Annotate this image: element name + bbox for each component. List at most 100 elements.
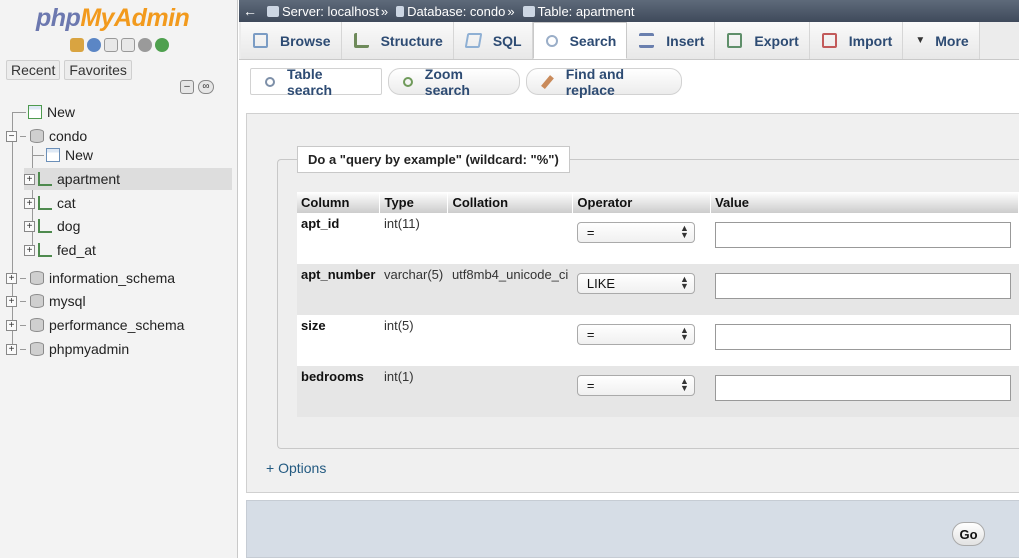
tree-item-fed-at[interactable]: + fed_at [24, 239, 232, 261]
tab-more[interactable]: ▼ More [903, 22, 980, 59]
database-icon [30, 129, 44, 143]
column-collation [447, 315, 573, 366]
gear-icon[interactable] [138, 38, 152, 52]
expand-icon[interactable]: + [24, 173, 35, 185]
expand-icon[interactable]: + [24, 244, 35, 256]
help-icon[interactable] [87, 38, 101, 52]
tree-item-phpmyadmin[interactable]: + phpmyadmin [6, 338, 232, 360]
copy-icon[interactable] [121, 38, 135, 52]
tree-item-performance-schema[interactable]: + performance_schema [6, 314, 232, 336]
tab-export[interactable]: Export [715, 22, 810, 59]
tab-structure[interactable]: Structure [341, 22, 454, 59]
collapse-icon[interactable]: − [6, 130, 17, 142]
chevron-down-icon: ▼ [915, 35, 926, 46]
column-type: int(11) [379, 213, 448, 264]
collapse-all-button[interactable]: – [180, 80, 194, 94]
link-with-main-icon[interactable]: ∞ [198, 80, 214, 94]
operator-select[interactable]: = ▲ ▼ [576, 375, 695, 396]
tree-item-new-table[interactable]: New [32, 144, 232, 166]
header-type: Type [379, 192, 449, 213]
new-icon [28, 105, 42, 119]
value-input[interactable] [714, 375, 1011, 401]
breadcrumb-table[interactable]: Table: apartment [538, 4, 635, 19]
subtab-find-and-replace[interactable]: Find and replace [526, 66, 682, 98]
breadcrumb-database[interactable]: Database: condo [407, 4, 505, 19]
select-arrows-icon: ▲ ▼ [679, 376, 689, 393]
operator-select[interactable]: LIKE ▲ ▼ [576, 273, 695, 294]
tree-item-dog[interactable]: + dog [24, 215, 232, 237]
breadcrumb: ← Server: localhost » Database: condo » … [239, 0, 1019, 22]
expand-icon[interactable]: + [6, 343, 17, 355]
expand-icon[interactable]: + [6, 295, 17, 307]
column-collation [447, 213, 573, 264]
new-table-icon [46, 148, 60, 162]
tab-search[interactable]: Search [532, 22, 628, 59]
home-icon[interactable] [70, 38, 84, 52]
select-arrows-icon: ▲ ▼ [679, 223, 689, 240]
tree-item-apartment[interactable]: + apartment [24, 168, 232, 190]
table-row: apt_id int(11) = ▲ ▼ [297, 213, 1019, 264]
tree-item-new-database[interactable]: New [12, 101, 232, 123]
options-toggle-link[interactable]: + Options [266, 460, 326, 476]
table-structure-icon [38, 172, 52, 186]
table-structure-icon [38, 196, 52, 210]
back-arrow-icon[interactable]: ← [239, 3, 261, 19]
favorites-button[interactable]: Favorites [64, 60, 132, 80]
fieldset-legend: Do a "query by example" (wildcard: "%") [297, 146, 570, 173]
tree-item-cat[interactable]: + cat [24, 192, 232, 214]
docs-icon[interactable] [104, 38, 118, 52]
main-tabs: Browse Structure SQL Search Insert Expor… [239, 22, 1019, 60]
search-icon [545, 34, 558, 47]
table-row: bedrooms int(1) = ▲ ▼ [297, 366, 1019, 417]
server-icon [267, 5, 279, 17]
subtab-table-search[interactable]: Table search [250, 66, 382, 98]
subtab-zoom-search[interactable]: Zoom search [388, 66, 520, 98]
table-row: size int(5) = ▲ ▼ [297, 315, 1019, 366]
table-icon [522, 5, 535, 17]
tab-browse[interactable]: Browse [241, 22, 342, 59]
breadcrumb-server[interactable]: Server: localhost [282, 4, 379, 19]
operator-select[interactable]: = ▲ ▼ [576, 222, 695, 243]
header-operator: Operator [572, 192, 712, 213]
search-criteria-table: Column Type Collation Operator Value apt… [297, 192, 1019, 417]
column-name: bedrooms [297, 366, 380, 417]
zoom-icon [403, 76, 413, 87]
export-icon [727, 33, 743, 48]
value-input[interactable] [714, 222, 1011, 248]
header-value: Value [710, 192, 1019, 213]
tree-item-information-schema[interactable]: + information_schema [6, 267, 232, 289]
tab-import[interactable]: Import [809, 22, 904, 59]
expand-icon[interactable]: + [24, 197, 35, 209]
select-arrows-icon: ▲ ▼ [679, 325, 689, 342]
value-input[interactable] [714, 324, 1011, 350]
expand-icon[interactable]: + [24, 220, 35, 232]
value-input[interactable] [714, 273, 1011, 299]
column-name: apt_id [297, 213, 380, 264]
replace-icon [541, 74, 554, 89]
column-type: int(1) [379, 366, 448, 417]
table-structure-icon [38, 243, 52, 257]
tab-insert[interactable]: Insert [627, 22, 716, 59]
table-header-row: Column Type Collation Operator Value [297, 192, 1019, 213]
reload-icon[interactable] [155, 38, 169, 52]
column-type: int(5) [379, 315, 448, 366]
header-column: Column [297, 192, 381, 213]
database-icon [30, 318, 44, 332]
column-collation [447, 366, 573, 417]
recent-button[interactable]: Recent [6, 60, 61, 80]
import-icon [821, 33, 837, 48]
column-name: size [297, 315, 380, 366]
sql-icon [464, 33, 483, 48]
tree-item-mysql[interactable]: + mysql [6, 290, 232, 312]
expand-icon[interactable]: + [6, 272, 17, 284]
operator-select[interactable]: = ▲ ▼ [576, 324, 695, 345]
phpmyadmin-logo[interactable]: phpMyAdmin [36, 4, 190, 33]
structure-icon [353, 33, 369, 48]
tab-sql[interactable]: SQL [453, 22, 533, 59]
go-button[interactable]: Go [952, 522, 985, 546]
magnifier-icon [265, 76, 275, 87]
column-name: apt_number [297, 264, 380, 315]
form-footer [246, 500, 1019, 558]
table-row: apt_number varchar(5) utf8mb4_unicode_ci… [297, 264, 1019, 315]
expand-icon[interactable]: + [6, 319, 17, 331]
